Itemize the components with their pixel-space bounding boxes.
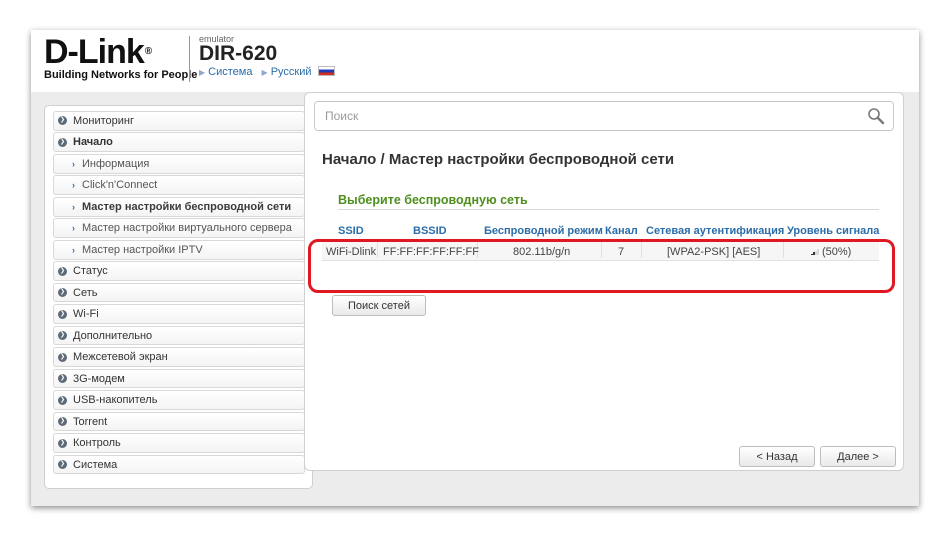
chevron-right-icon: ❯ [58, 352, 67, 362]
sidebar-item-label: Дополнительно [73, 329, 153, 342]
scan-networks-button[interactable]: Поиск сетей [332, 295, 426, 316]
column-header-signal: Уровень сигнала [787, 225, 880, 237]
logo-tagline: Building Networks for People [44, 69, 198, 81]
russian-flag-icon[interactable] [317, 66, 335, 76]
column-header-channel: Канал [605, 225, 638, 237]
sidebar-item-start[interactable]: ❯ Начало [53, 132, 305, 153]
sidebar-item-system[interactable]: ❯ Система [53, 454, 305, 475]
section-divider [338, 209, 879, 210]
cell-mode: 802.11b/g/n [513, 246, 571, 258]
header-links: ▶ Система ▶ Русский [199, 66, 335, 78]
cell-divider [601, 242, 602, 258]
sidebar-menu: ❯ Мониторинг ❯ Начало › Информация › Click'n… [44, 105, 313, 489]
dlink-logo[interactable]: D-Link® Building Networks for People [44, 35, 197, 81]
cell-signal: (50%) [811, 246, 851, 258]
system-link[interactable]: Система [208, 66, 252, 78]
arrow-right-icon: › [72, 244, 75, 255]
next-button[interactable]: Далее > [820, 446, 896, 467]
chevron-right-icon: ❯ [58, 331, 67, 341]
sidebar-item-label: Статус [73, 265, 108, 278]
sidebar-item-advanced[interactable]: ❯ Дополнительно [53, 325, 305, 346]
search-box [314, 101, 894, 131]
arrow-right-icon: › [72, 158, 75, 169]
sidebar-item-control[interactable]: ❯ Контроль [53, 433, 305, 453]
column-header-bssid: BSSID [413, 225, 447, 237]
chevron-right-icon: ❯ [58, 417, 67, 427]
router-window: D-Link® Building Networks for People emu… [31, 30, 919, 506]
sidebar-item-torrent[interactable]: ❯ Torrent [53, 411, 305, 432]
sidebar-item-label: 3G-модем [73, 372, 125, 385]
sidebar-item-network[interactable]: ❯ Сеть [53, 282, 305, 303]
sidebar-subitem-virtual-server-wizard[interactable]: › Мастер настройки виртуального сервера [53, 218, 305, 239]
signal-bar [817, 249, 819, 255]
content-panel: Начало / Мастер настройки беспроводной с… [304, 92, 904, 471]
signal-percent: (50%) [822, 246, 852, 258]
chevron-down-icon: ❯ [58, 137, 67, 147]
sidebar-item-label: USB-накопитель [73, 394, 158, 407]
header-divider [189, 36, 190, 82]
header: D-Link® Building Networks for People emu… [31, 30, 919, 92]
chevron-right-icon: ❯ [58, 309, 67, 319]
sidebar-item-label: Мастер настройки беспроводной сети [82, 200, 292, 213]
sidebar-item-label: Информация [82, 157, 150, 170]
back-button[interactable]: < Назад [739, 446, 815, 467]
cell-auth: [WPA2-PSK] [AES] [667, 246, 761, 258]
arrow-right-icon: › [72, 223, 75, 234]
page-title: Начало / Мастер настройки беспроводной с… [322, 151, 675, 168]
sidebar-item-label: Wi-Fi [73, 308, 99, 321]
sidebar-subitem-information[interactable]: › Информация [53, 153, 305, 174]
chevron-right-icon: ❯ [58, 266, 67, 276]
signal-strength-icon [811, 249, 819, 255]
sidebar-item-label: Сеть [73, 286, 98, 299]
logo-registered-mark: ® [144, 46, 152, 57]
sidebar-item-status[interactable]: ❯ Статус [53, 261, 305, 281]
column-header-auth: Сетевая аутентификация [646, 225, 785, 237]
sidebar-item-3g-modem[interactable]: ❯ 3G-модем [53, 368, 305, 389]
arrow-right-icon: › [72, 180, 75, 191]
sidebar-item-label: Мониторинг [73, 114, 135, 127]
sidebar-item-label: Мастер настройки виртуального сервера [82, 222, 292, 235]
arrow-right-icon: › [72, 201, 75, 212]
section-title: Выберите беспроводную сеть [338, 193, 528, 207]
sidebar-item-firewall[interactable]: ❯ Межсетевой экран [53, 347, 305, 367]
sidebar-item-label: Система [73, 458, 118, 471]
sidebar-item-usb-storage[interactable]: ❯ USB-накопитель [53, 390, 305, 410]
cell-bssid: FF:FF:FF:FF:FF:FF [383, 246, 479, 258]
sidebar-item-monitoring[interactable]: ❯ Мониторинг [53, 111, 305, 131]
cell-channel: 7 [618, 246, 625, 258]
sidebar-subitem-iptv-wizard[interactable]: › Мастер настройки IPTV [53, 239, 305, 260]
sidebar-subitem-click-n-connect[interactable]: › Click'n'Connect [53, 175, 305, 196]
chevron-right-icon: ❯ [58, 438, 67, 448]
column-header-mode: Беспроводной режим [484, 225, 603, 237]
triangle-right-icon: ▶ [261, 68, 268, 77]
sidebar-item-label: Межсетевой экран [73, 351, 168, 364]
search-input[interactable] [315, 102, 845, 130]
chevron-right-icon: ❯ [58, 288, 67, 298]
sidebar-item-label: Контроль [73, 437, 121, 450]
search-icon[interactable] [867, 107, 885, 125]
chevron-right-icon: ❯ [58, 374, 67, 384]
model-name: DIR-620 [199, 42, 278, 65]
cell-divider [783, 242, 784, 258]
language-link[interactable]: Русский [271, 66, 312, 78]
triangle-right-icon: ▶ [199, 68, 206, 77]
column-header-ssid: SSID [338, 225, 364, 237]
cell-divider [377, 242, 378, 258]
chevron-right-icon: ❯ [58, 460, 67, 470]
sidebar-item-label: Click'n'Connect [82, 179, 158, 192]
cell-divider [641, 242, 642, 258]
chevron-right-icon: ❯ [58, 395, 67, 405]
sidebar-subitem-wireless-wizard[interactable]: › Мастер настройки беспроводной сети [53, 196, 305, 217]
logo-text: D-Link [44, 33, 145, 71]
sidebar-item-label: Начало [73, 136, 113, 149]
chevron-right-icon: ❯ [58, 116, 67, 126]
cell-ssid[interactable]: WiFi-Dlink [326, 246, 376, 258]
sidebar-item-wifi[interactable]: ❯ Wi-Fi [53, 304, 305, 324]
sidebar-item-label: Torrent [73, 415, 108, 428]
sidebar-item-label: Мастер настройки IPTV [82, 243, 203, 256]
